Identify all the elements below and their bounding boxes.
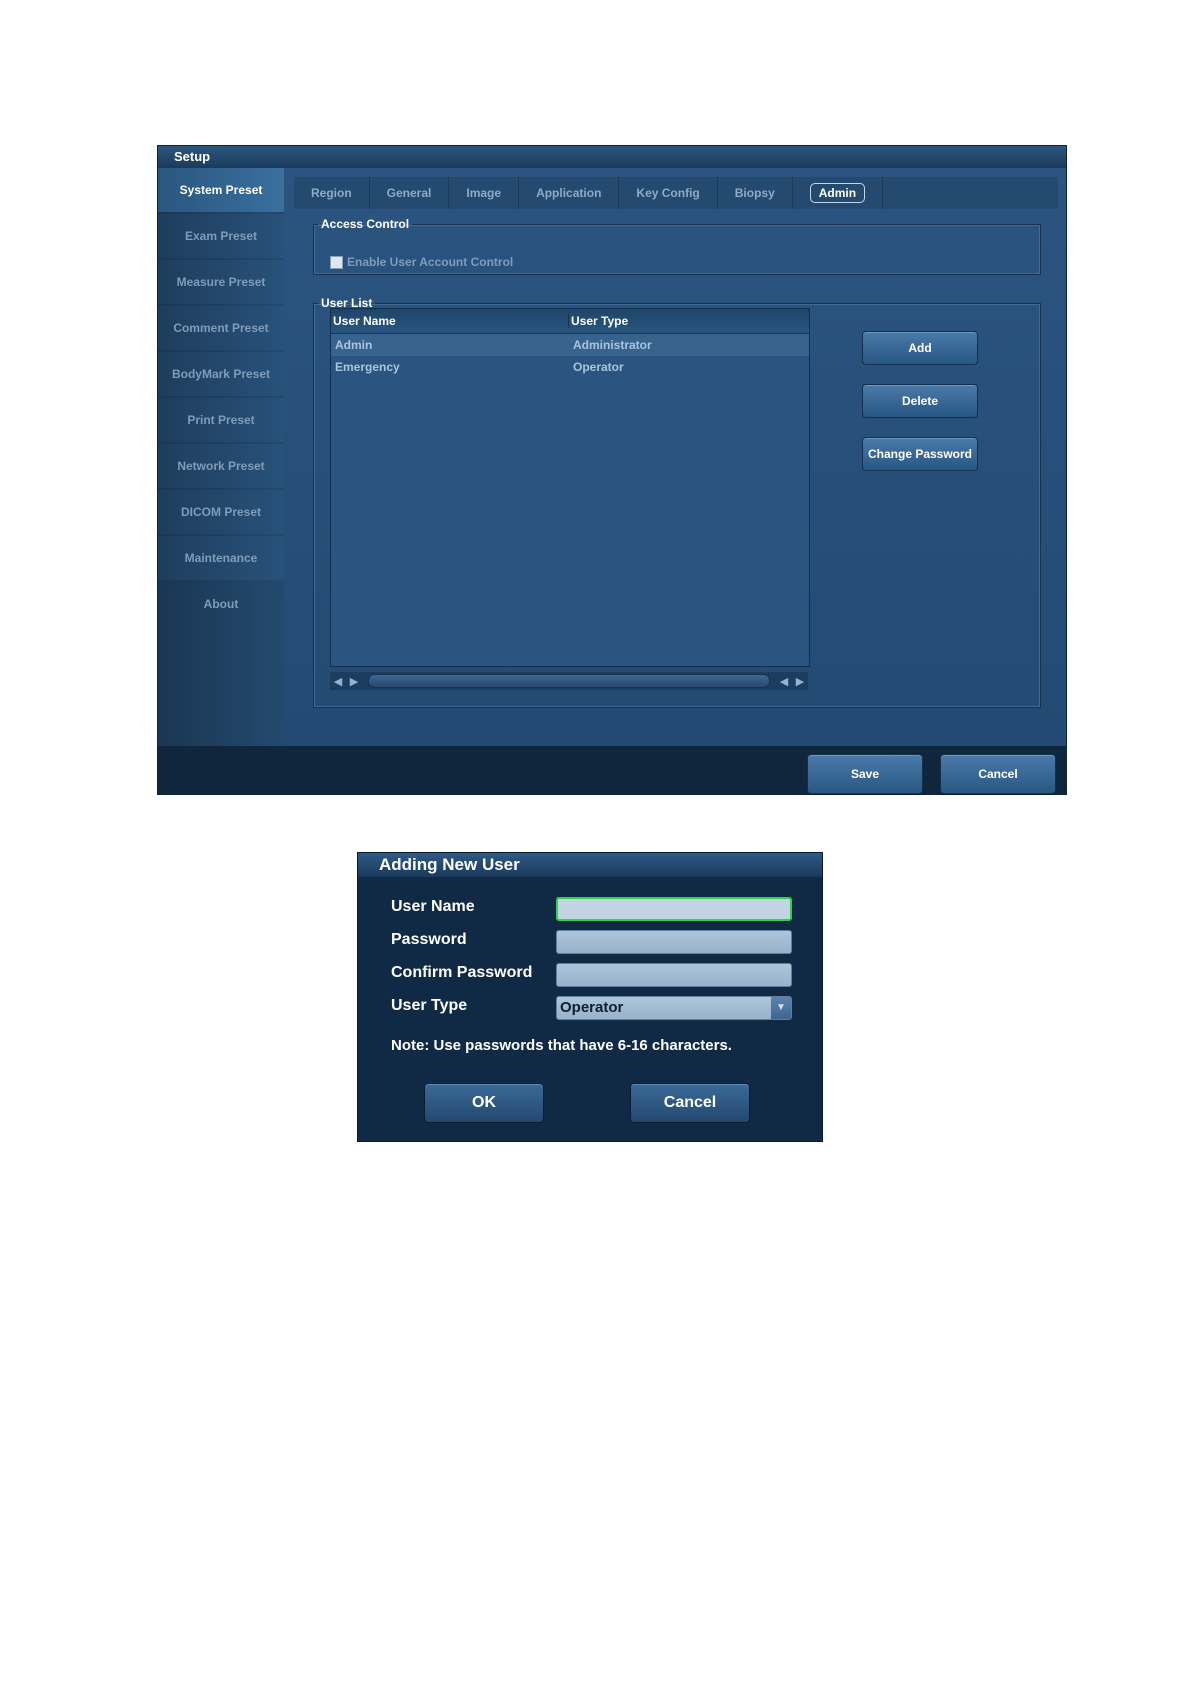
sidebar-item-maintenance[interactable]: Maintenance xyxy=(158,536,284,580)
tab-general[interactable]: General xyxy=(370,177,450,209)
user-name-input[interactable] xyxy=(556,897,792,921)
confirm-password-input[interactable] xyxy=(556,963,792,987)
confirm-password-label: Confirm Password xyxy=(391,964,533,981)
column-header-user-type[interactable]: User Type xyxy=(569,314,628,328)
tab-application[interactable]: Application xyxy=(519,177,620,209)
horizontal-scrollbar[interactable]: ◀ ▶ ◀ ▶ xyxy=(330,672,808,690)
sidebar: System Preset Exam Preset Measure Preset… xyxy=(158,168,284,746)
cell-user-name: Emergency xyxy=(335,360,400,374)
dialog-cancel-button[interactable]: Cancel xyxy=(630,1083,750,1123)
tab-bar: Region General Image Application Key Con… xyxy=(294,177,1058,209)
sidebar-item-print-preset[interactable]: Print Preset xyxy=(158,398,284,442)
sidebar-item-about[interactable]: About xyxy=(158,582,284,626)
password-note: Note: Use passwords that have 6-16 chara… xyxy=(391,1037,732,1054)
sidebar-item-system-preset[interactable]: System Preset xyxy=(158,168,284,212)
enable-user-account-label: Enable User Account Control xyxy=(347,255,514,269)
setup-title: Setup xyxy=(158,146,1066,168)
user-name-label: User Name xyxy=(391,898,475,915)
sidebar-item-measure-preset[interactable]: Measure Preset xyxy=(158,260,284,304)
scrollbar-track[interactable] xyxy=(368,674,770,688)
cell-user-type: Administrator xyxy=(573,338,652,352)
user-type-value: Operator xyxy=(560,999,624,1016)
password-label: Password xyxy=(391,931,467,948)
setup-footer: Save Cancel xyxy=(158,746,1066,794)
cell-user-type: Operator xyxy=(573,360,624,374)
sidebar-item-dicom-preset[interactable]: DICOM Preset xyxy=(158,490,284,534)
scroll-left-icon[interactable]: ◀ xyxy=(330,675,346,688)
access-control-group: Access Control Enable User Account Contr… xyxy=(313,217,1041,275)
tab-admin[interactable]: Admin xyxy=(793,177,884,209)
delete-button[interactable]: Delete xyxy=(862,384,978,418)
user-type-select[interactable]: Operator ▼ xyxy=(556,996,792,1020)
password-input[interactable] xyxy=(556,930,792,954)
user-type-label: User Type xyxy=(391,997,468,1014)
table-row[interactable]: Admin Administrator xyxy=(331,334,809,356)
tab-key-config[interactable]: Key Config xyxy=(619,177,718,209)
adding-new-user-dialog: Adding New User User Name Password Confi… xyxy=(358,853,822,1141)
chevron-down-icon[interactable]: ▼ xyxy=(771,997,791,1019)
scroll-right-end-icon[interactable]: ▶ xyxy=(792,675,808,688)
setup-window: Setup System Preset Exam Preset Measure … xyxy=(158,146,1066,794)
dialog-title: Adding New User xyxy=(358,853,822,877)
change-password-button[interactable]: Change Password xyxy=(862,437,978,471)
add-button[interactable]: Add xyxy=(862,331,978,365)
enable-user-account-control[interactable]: Enable User Account Control xyxy=(330,255,513,269)
sidebar-item-bodymark-preset[interactable]: BodyMark Preset xyxy=(158,352,284,396)
tab-admin-label: Admin xyxy=(809,183,866,203)
column-header-user-name[interactable]: User Name xyxy=(331,314,569,328)
scroll-left-end-icon[interactable]: ◀ xyxy=(776,675,792,688)
cell-user-name: Admin xyxy=(335,338,373,352)
ok-button[interactable]: OK xyxy=(424,1083,544,1123)
scroll-right-icon[interactable]: ▶ xyxy=(346,675,362,688)
tab-biopsy[interactable]: Biopsy xyxy=(718,177,793,209)
access-control-legend: Access Control xyxy=(321,217,410,231)
user-table: User Name User Type Admin Administrator … xyxy=(330,308,810,667)
tab-image[interactable]: Image xyxy=(449,177,520,209)
save-button[interactable]: Save xyxy=(807,754,923,794)
enable-user-account-checkbox[interactable] xyxy=(330,255,343,269)
sidebar-item-network-preset[interactable]: Network Preset xyxy=(158,444,284,488)
cancel-button[interactable]: Cancel xyxy=(940,754,1056,794)
sidebar-item-comment-preset[interactable]: Comment Preset xyxy=(158,306,284,350)
tab-region[interactable]: Region xyxy=(294,177,370,209)
table-row[interactable]: Emergency Operator xyxy=(331,356,809,378)
sidebar-item-exam-preset[interactable]: Exam Preset xyxy=(158,214,284,258)
table-header: User Name User Type xyxy=(331,309,809,334)
